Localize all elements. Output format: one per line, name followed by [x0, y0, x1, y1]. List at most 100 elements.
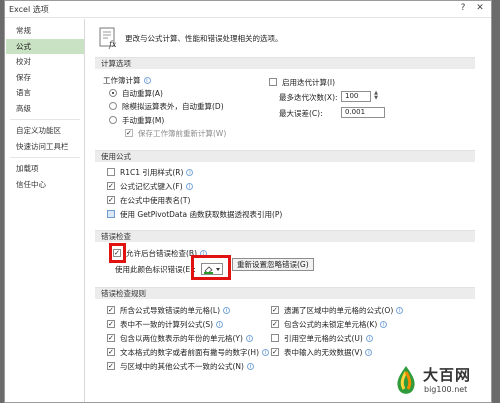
checkbox-icon[interactable]: [107, 348, 115, 356]
checkbox-getpivotdata[interactable]: 使用 GetPivotData 函数获取数据透视表引用(P): [107, 209, 282, 221]
page-header: fx 更改与公式计算、性能和错误处理相关的选项。: [89, 25, 479, 55]
checkbox-icon[interactable]: [125, 129, 133, 137]
radio-icon[interactable]: [109, 116, 117, 124]
rule-label: 包含公式的未锁定单元格(K): [284, 320, 378, 329]
iterative-calc-label: 启用迭代计算(I): [282, 78, 336, 87]
sidebar-divider: [10, 157, 80, 158]
sidebar-item-save[interactable]: 保存: [6, 70, 84, 86]
info-icon: i: [223, 306, 231, 314]
autocomplete-label: 公式记忆式键入(F): [120, 182, 183, 191]
checkbox-icon[interactable]: [271, 348, 279, 356]
section-error-checking-rules: 错误检查规则: [95, 287, 475, 299]
checkbox-icon[interactable]: [107, 334, 115, 342]
rule-right-2[interactable]: 引用空单元格的公式(U) i: [271, 333, 373, 345]
info-icon: i: [396, 306, 404, 314]
sidebar-item-customize-ribbon[interactable]: 自定义功能区: [6, 123, 84, 139]
title-bar: Excel 选项 ? ✕: [5, 1, 491, 18]
info-icon: i: [186, 168, 194, 176]
info-icon: i: [185, 182, 193, 190]
sidebar: 常规 公式 校对 保存 语言 高级 自定义功能区 快速访问工具栏 加载项 信任中…: [6, 19, 85, 402]
checkbox-icon[interactable]: [271, 306, 279, 314]
sidebar-item-formulas[interactable]: 公式: [6, 38, 84, 54]
reset-ignored-errors-button[interactable]: 重新设置忽略错误(G): [232, 258, 314, 271]
checkbox-r1c1[interactable]: R1C1 引用样式(R) i: [107, 167, 194, 179]
r1c1-label: R1C1 引用样式(R): [120, 168, 184, 177]
rule-label: 与区域中的其他公式不一致的公式(N): [120, 362, 244, 371]
section-calculation-options: 计算选项: [95, 57, 475, 69]
rule-left-1[interactable]: 表中不一致的计算列公式(S)i: [107, 319, 224, 331]
max-iterations-label: 最多迭代次数(X):: [279, 92, 338, 104]
watermark-url: big100.net: [424, 385, 468, 394]
background-error-label: 允许后台错误检查(B): [126, 249, 197, 258]
checkbox-icon[interactable]: [107, 182, 115, 190]
rule-right-0[interactable]: 遗漏了区域中的单元格的公式(O)i: [271, 305, 404, 317]
rule-left-4[interactable]: 与区域中的其他公式不一致的公式(N)i: [107, 361, 254, 373]
highlight-box-color-picker: [191, 255, 231, 280]
max-change-input[interactable]: 0.001: [341, 107, 385, 118]
main-panel: fx 更改与公式计算、性能和错误处理相关的选项。 计算选项 工作簿计算 i 自动重…: [89, 19, 479, 402]
help-button[interactable]: ?: [455, 2, 471, 15]
sidebar-item-advanced[interactable]: 高级: [6, 101, 84, 117]
table-names-label: 在公式中使用表名(T): [120, 196, 191, 205]
checkbox-icon[interactable]: [107, 168, 115, 176]
sidebar-item-proofing[interactable]: 校对: [6, 54, 84, 70]
checkbox-table-names[interactable]: 在公式中使用表名(T): [107, 195, 190, 207]
checkbox-icon[interactable]: [107, 362, 115, 370]
rule-left-3[interactable]: 文本格式的数字或者前面有撇号的数字(H)i: [107, 347, 269, 359]
rule-label: 引用空单元格的公式(U): [284, 334, 363, 343]
svg-text:fx: fx: [108, 40, 117, 49]
max-change-label: 最大误差(C):: [279, 108, 323, 120]
spin-buttons[interactable]: ▲ ▼: [372, 91, 380, 102]
sidebar-item-quick-access-toolbar[interactable]: 快速访问工具栏: [6, 139, 84, 155]
radio-icon[interactable]: [109, 102, 117, 110]
rule-label: 文本格式的数字或者前面有撇号的数字(H): [120, 348, 259, 357]
radio-selected-icon[interactable]: [109, 89, 117, 97]
section-working-with-formulas: 使用公式: [95, 150, 475, 162]
section-error-checking: 错误检查: [95, 230, 475, 242]
radio-automatic-label: 自动重算(A): [122, 89, 163, 98]
error-color-text: 使用此颜色标识错误(E):: [115, 265, 196, 274]
rule-label: 表中输入的无效数据(V): [284, 348, 363, 357]
getpivotdata-label: 使用 GetPivotData 函数获取数据透视表引用(P): [120, 210, 283, 219]
checkbox-icon[interactable]: [271, 320, 279, 328]
excel-options-dialog: Excel 选项 ? ✕ 常规 公式 校对 保存 语言 高级 自定义功能区 快速…: [4, 0, 492, 403]
radio-manual[interactable]: 手动重算(M): [109, 115, 164, 127]
watermark-logo-icon: [397, 366, 415, 394]
rule-label: 所含公式导致错误的单元格(L): [120, 306, 221, 315]
checkbox-icon[interactable]: [107, 320, 115, 328]
checkbox-recalc-before-save[interactable]: 保存工作簿前重新计算(W): [125, 128, 226, 140]
info-icon: i: [143, 76, 151, 84]
header-description: 更改与公式计算、性能和错误处理相关的选项。: [125, 34, 283, 43]
radio-automatic[interactable]: 自动重算(A): [109, 88, 163, 100]
sidebar-item-general[interactable]: 常规: [6, 23, 84, 39]
rule-left-0[interactable]: 所含公式导致错误的单元格(L)i: [107, 305, 231, 317]
radio-automatic-except-tables[interactable]: 除模拟运算表外，自动重算(D): [109, 101, 224, 113]
checkbox-formula-autocomplete[interactable]: 公式记忆式键入(F)i: [107, 181, 193, 193]
radio-manual-label: 手动重算(M): [122, 116, 165, 125]
checkbox-icon[interactable]: [271, 334, 279, 342]
rule-left-2[interactable]: 包含以两位数表示的年份的单元格(Y)i: [107, 333, 253, 345]
info-icon: i: [262, 348, 269, 356]
info-icon: i: [365, 334, 373, 342]
window-title: Excel 选项: [9, 5, 49, 14]
checkbox-icon[interactable]: [107, 210, 115, 218]
sidebar-item-trust-center[interactable]: 信任中心: [6, 177, 84, 193]
workbook-calc-label: 工作簿计算 i: [103, 75, 151, 87]
sidebar-item-addins[interactable]: 加载项: [6, 161, 84, 177]
formula-page-icon: fx: [99, 27, 117, 49]
checkbox-icon[interactable]: [107, 306, 115, 314]
checkbox-icon[interactable]: [269, 78, 277, 86]
watermark: 大百网 big100.net: [391, 362, 487, 400]
sidebar-item-language[interactable]: 语言: [6, 85, 84, 101]
info-icon: i: [246, 362, 254, 370]
info-icon: i: [380, 320, 388, 328]
rule-label: 遗漏了区域中的单元格的公式(O): [284, 306, 394, 315]
rule-right-1[interactable]: 包含公式的未锁定单元格(K)i: [271, 319, 388, 331]
rule-right-3[interactable]: 表中输入的无效数据(V)i: [271, 347, 373, 359]
rule-label: 表中不一致的计算列公式(S): [120, 320, 214, 329]
max-change-text: 最大误差(C):: [279, 109, 323, 118]
close-button[interactable]: ✕: [472, 2, 488, 15]
max-iterations-input[interactable]: 100: [341, 91, 371, 102]
checkbox-iterative-calc[interactable]: 启用迭代计算(I): [269, 77, 335, 89]
checkbox-icon[interactable]: [107, 196, 115, 204]
